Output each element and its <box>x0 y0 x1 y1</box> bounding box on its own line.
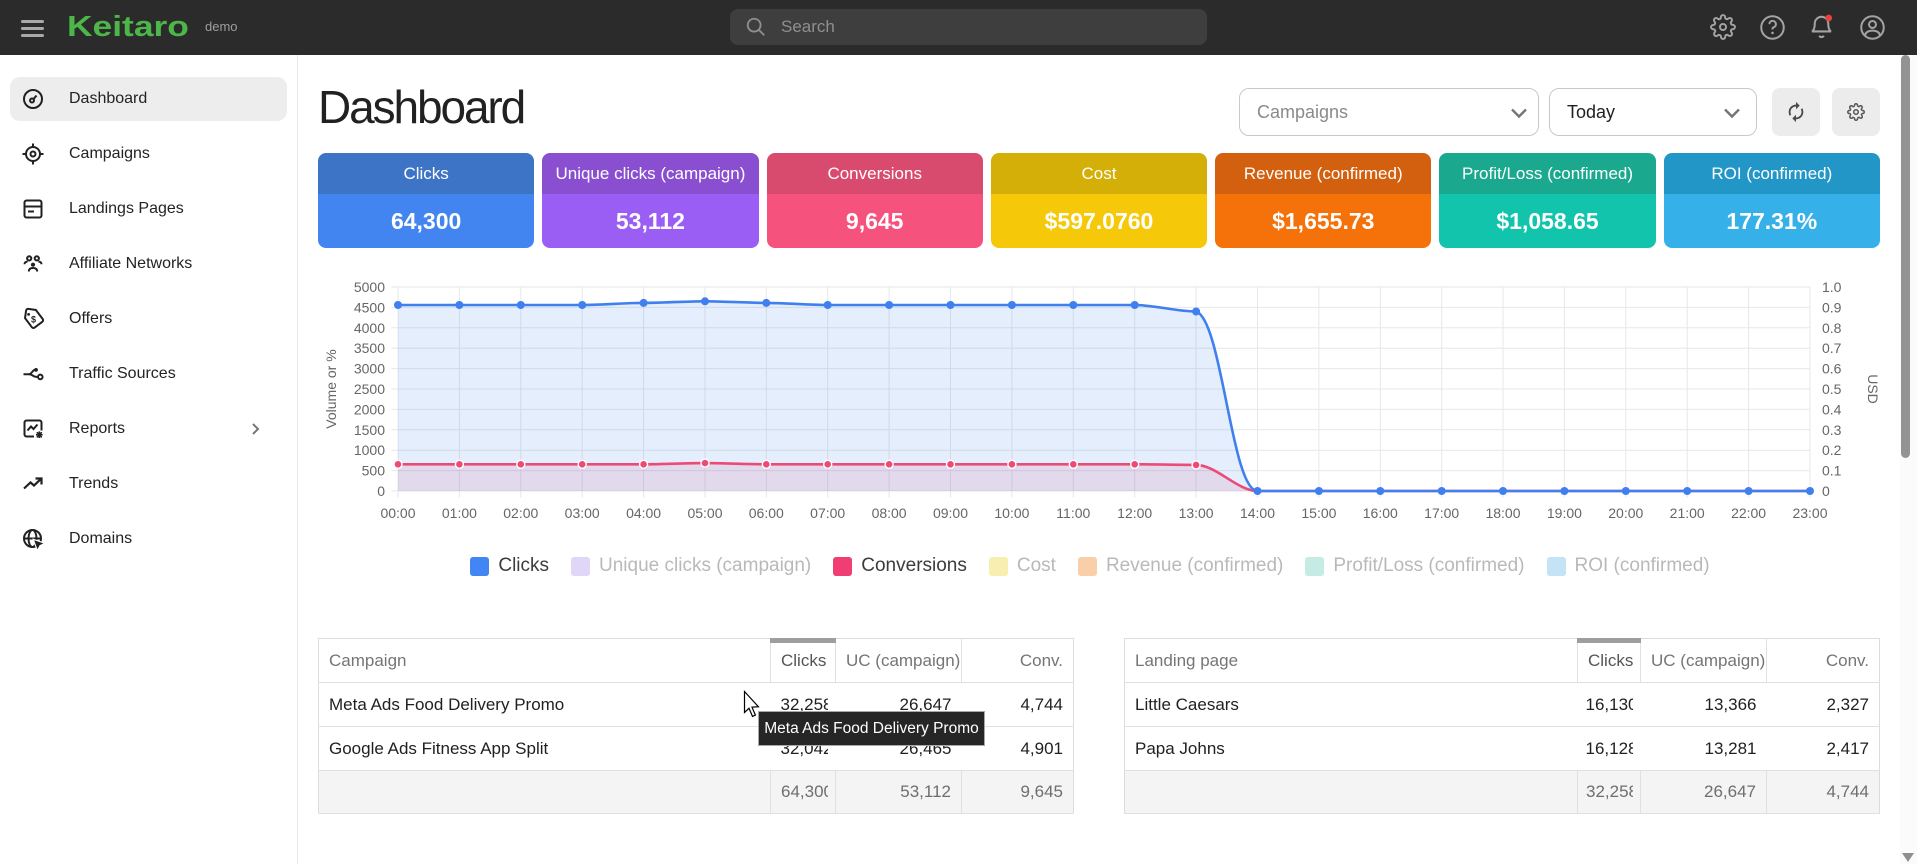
svg-text:0.5: 0.5 <box>1822 381 1842 397</box>
svg-text:0.9: 0.9 <box>1822 299 1842 315</box>
svg-text:$: $ <box>31 315 36 325</box>
svg-text:500: 500 <box>362 463 386 479</box>
svg-text:08:00: 08:00 <box>872 505 907 521</box>
svg-text:22:00: 22:00 <box>1731 505 1766 521</box>
svg-text:11:00: 11:00 <box>1056 505 1090 521</box>
svg-text:04:00: 04:00 <box>626 505 661 521</box>
svg-text:19:00: 19:00 <box>1547 505 1582 521</box>
svg-text:Volume or %: Volume or % <box>323 349 339 428</box>
svg-text:0.4: 0.4 <box>1822 401 1842 417</box>
svg-text:0.3: 0.3 <box>1822 422 1842 438</box>
svg-text:0.2: 0.2 <box>1822 442 1842 458</box>
svg-text:0.1: 0.1 <box>1822 463 1842 479</box>
svg-text:USD: USD <box>1865 374 1881 404</box>
svg-text:15:00: 15:00 <box>1301 505 1336 521</box>
svg-text:12:00: 12:00 <box>1117 505 1152 521</box>
svg-text:0.8: 0.8 <box>1822 320 1842 336</box>
svg-text:4500: 4500 <box>354 299 385 315</box>
svg-text:16:00: 16:00 <box>1363 505 1398 521</box>
svg-text:06:00: 06:00 <box>749 505 784 521</box>
svg-text:14:00: 14:00 <box>1240 505 1275 521</box>
svg-text:01:00: 01:00 <box>442 505 477 521</box>
svg-text:00:00: 00:00 <box>380 505 415 521</box>
svg-text:17:00: 17:00 <box>1424 505 1459 521</box>
svg-text:0: 0 <box>1822 483 1830 499</box>
svg-text:18:00: 18:00 <box>1485 505 1520 521</box>
svg-text:4000: 4000 <box>354 320 385 336</box>
svg-text:3500: 3500 <box>354 340 385 356</box>
svg-text:07:00: 07:00 <box>810 505 845 521</box>
svg-text:0.6: 0.6 <box>1822 361 1842 377</box>
svg-text:20:00: 20:00 <box>1608 505 1643 521</box>
svg-text:1000: 1000 <box>354 442 385 458</box>
svg-text:03:00: 03:00 <box>565 505 600 521</box>
svg-text:3000: 3000 <box>354 361 385 377</box>
svg-text:05:00: 05:00 <box>687 505 722 521</box>
svg-text:09:00: 09:00 <box>933 505 968 521</box>
svg-text:2500: 2500 <box>354 381 385 397</box>
svg-text:1.0: 1.0 <box>1822 279 1842 295</box>
svg-text:0: 0 <box>377 483 385 499</box>
svg-text:23:00: 23:00 <box>1792 505 1827 521</box>
svg-text:0.7: 0.7 <box>1822 340 1842 356</box>
svg-text:1500: 1500 <box>354 422 385 438</box>
svg-text:13:00: 13:00 <box>1179 505 1214 521</box>
svg-text:21:00: 21:00 <box>1670 505 1705 521</box>
svg-text:5000: 5000 <box>354 279 385 295</box>
svg-text:10:00: 10:00 <box>994 505 1029 521</box>
svg-text:02:00: 02:00 <box>503 505 538 521</box>
svg-text:2000: 2000 <box>354 401 385 417</box>
